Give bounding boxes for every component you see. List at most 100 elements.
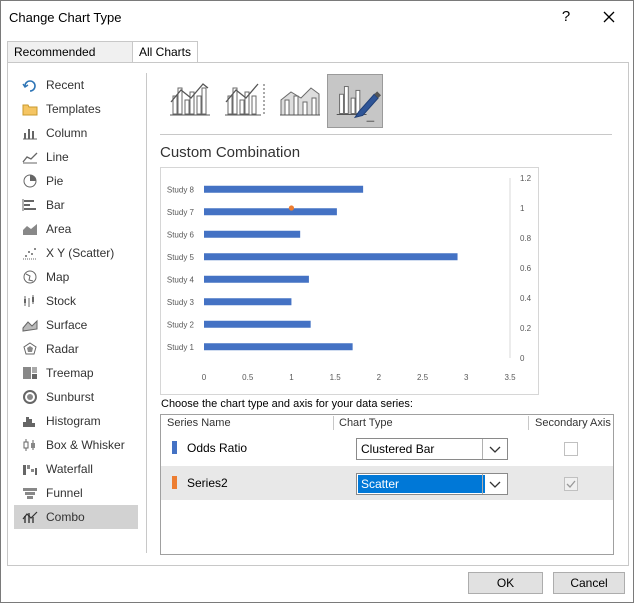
close-icon[interactable] [598,6,620,28]
nav-item-label: Recent [46,78,85,92]
funnel-chart-icon [23,488,37,499]
secondary-axis-checkbox[interactable] [564,442,578,456]
nav-item-label: Templates [46,102,101,116]
series-color-swatch [172,441,177,454]
nav-item-label: Column [46,126,88,140]
nav-item-x-y-scatter[interactable]: X Y (Scatter) [14,241,138,265]
cancel-button[interactable]: Cancel [553,572,625,594]
chevron-down-icon[interactable] [482,474,507,494]
nav-item-label: Line [46,150,69,164]
y2-tick-label: 0 [520,354,525,363]
nav-item-bar[interactable]: Bar [14,193,138,217]
y2-tick-label: 0.8 [520,234,532,243]
column-chart-icon [23,129,37,140]
x-tick-label: 1 [289,373,294,382]
stacked-area-clustered-column-icon[interactable] [271,74,327,128]
title-bar: Change Chart Type ? [1,1,633,35]
header-secondary-axis: Secondary Axis [535,417,611,429]
nav-item-label: Treemap [46,366,94,380]
nav-item-label: Combo [46,510,85,524]
scatter-chart-icon [23,248,37,260]
nav-item-funnel[interactable]: Funnel [14,481,138,505]
help-button[interactable]: ? [556,7,576,27]
tab-recommended-charts[interactable]: Recommended Charts [7,41,133,80]
nav-item-stock[interactable]: Stock [14,289,138,313]
box-whisker-chart-icon [23,439,35,451]
chart-category-list: Recent Templates Column Line Pie Bar Area X Y (… [14,73,138,529]
nav-item-box-whisker[interactable]: Box & Whisker [14,433,138,457]
x-tick-label: 2 [377,373,382,382]
recent-icon [22,80,36,92]
bar-chart-icon [22,199,36,211]
change-chart-type-dialog: Change Chart Type ? Recommended Charts A… [0,0,634,603]
nav-item-label: Stock [46,294,77,308]
nav-item-label: Waterfall [46,462,93,476]
bar [204,253,458,261]
nav-item-surface[interactable]: Surface [14,313,138,337]
nav-item-label: Sunburst [46,390,95,404]
nav-item-templates[interactable]: Templates [14,97,138,121]
divider [146,73,147,553]
nav-item-histogram[interactable]: Histogram [14,409,138,433]
secondary-axis-checkbox[interactable] [564,477,578,491]
x-tick-label: 0 [202,373,207,382]
chart-type-dropdown[interactable]: Scatter [356,473,508,495]
x-tick-label: 0.5 [242,373,254,382]
bar [204,343,353,351]
y2-tick-label: 0.2 [520,324,532,333]
treemap-chart-icon [23,367,37,379]
dialog-title: Change Chart Type [9,10,122,25]
nav-item-combo[interactable]: Combo [14,505,138,529]
x-tick-label: 2.5 [417,373,429,382]
divider [160,134,612,135]
nav-item-area[interactable]: Area [14,217,138,241]
chart-preview: Study 1 Study 2 Study 3 Study 4 Study 5 Study… [160,167,539,395]
nav-item-label: Histogram [46,414,101,428]
y2-tick-label: 1 [520,204,525,213]
nav-item-recent[interactable]: Recent [14,73,138,97]
ok-button[interactable]: OK [468,572,543,594]
category-label: Study 2 [167,320,195,329]
nav-item-map[interactable]: Map [14,265,138,289]
sunburst-chart-icon [23,390,37,404]
nav-item-radar[interactable]: Radar [14,337,138,361]
y2-tick-label: 0.4 [520,294,532,303]
tab-all-charts[interactable]: All Charts [132,41,198,64]
custom-combination-icon[interactable] [327,74,383,128]
nav-item-label: Map [46,270,70,284]
y2-tick-label: 0.6 [520,264,532,273]
series-row-series2[interactable]: Series2 Scatter [161,466,613,500]
chevron-down-icon[interactable] [482,439,507,459]
chart-type-dropdown[interactable]: Clustered Bar [356,438,508,460]
nav-item-sunburst[interactable]: Sunburst [14,385,138,409]
nav-item-column[interactable]: Column [14,121,138,145]
scatter-point [288,205,295,211]
nav-item-label: Funnel [46,486,83,500]
divider [528,416,529,430]
chart-type-value: Clustered Bar [361,442,435,456]
combo-chart-icon [22,511,38,523]
y2-tick-label: 1.2 [520,174,532,183]
nav-item-treemap[interactable]: Treemap [14,361,138,385]
radar-chart-icon [23,342,37,355]
series-prompt: Choose the chart type and axis for your … [161,398,413,410]
clustered-column-line-secondary-icon[interactable] [216,74,272,128]
divider [333,416,334,430]
map-chart-icon [23,270,37,284]
series-row-odds-ratio[interactable]: Odds Ratio Clustered Bar [161,431,613,465]
category-label: Study 5 [167,253,195,262]
line-chart-icon [22,152,38,164]
nav-item-label: Radar [46,342,79,356]
tab-strip: Recommended Charts All Charts [7,41,627,80]
nav-item-line[interactable]: Line [14,145,138,169]
nav-item-label: Pie [46,174,64,188]
chart-type-value: Scatter [358,475,485,493]
surface-chart-icon [22,319,38,332]
stock-chart-icon [24,295,34,307]
nav-item-waterfall[interactable]: Waterfall [14,457,138,481]
nav-item-pie[interactable]: Pie [14,169,138,193]
category-label: Study 3 [167,298,195,307]
nav-item-label: Surface [46,318,88,332]
category-label: Study 6 [167,230,195,239]
clustered-column-line-icon[interactable] [161,74,217,128]
